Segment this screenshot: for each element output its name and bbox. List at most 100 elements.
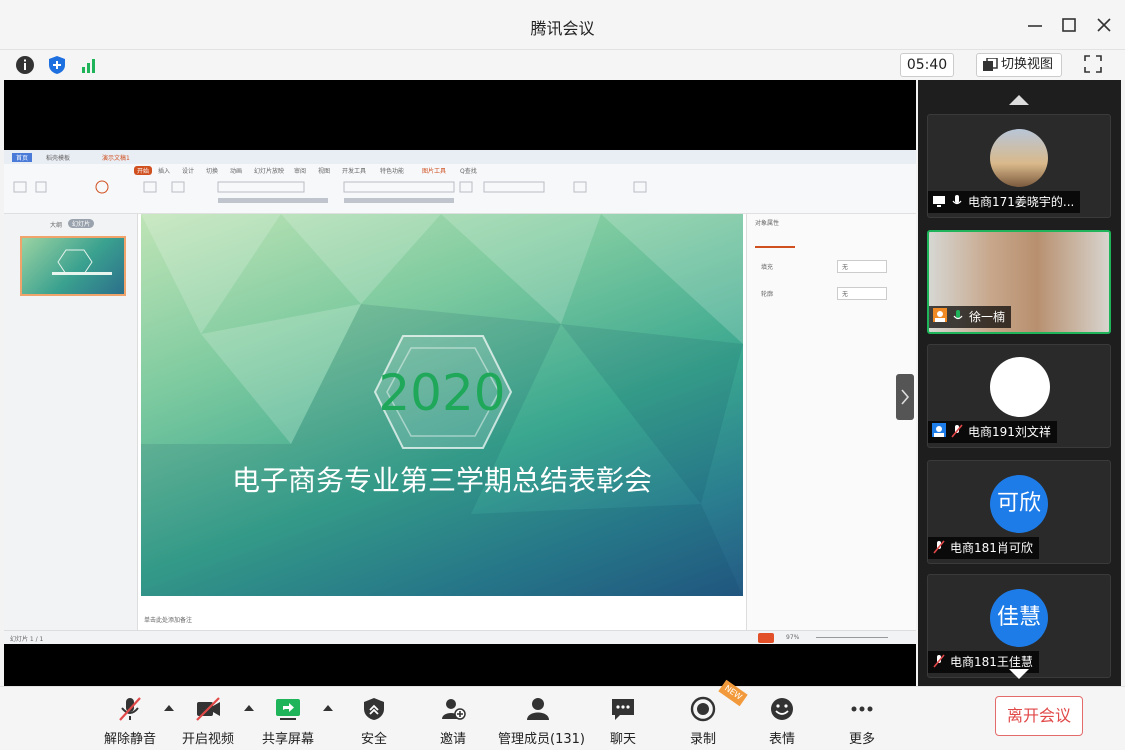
shield-icon[interactable] xyxy=(46,54,68,76)
participant-tile[interactable]: 电商171姜晓宇的... xyxy=(927,114,1111,218)
security-label: 安全 xyxy=(360,732,387,747)
participants-panel: 电商171姜晓宇的... 徐一楠 电商191刘文祥 可欣 电商181肖可欣 佳慧… xyxy=(918,80,1121,686)
close-icon[interactable] xyxy=(1091,12,1117,38)
record-icon xyxy=(690,696,716,722)
info-icon[interactable] xyxy=(14,54,36,76)
ribbon-tab[interactable]: 开始 xyxy=(134,166,153,175)
leave-meeting-button[interactable]: 离开会议 xyxy=(995,696,1083,736)
collapse-panel-button[interactable] xyxy=(896,374,914,420)
share-screen-label: 共享屏幕 xyxy=(261,732,314,747)
properties-title: 对象属性 xyxy=(755,220,780,227)
share-options-caret[interactable] xyxy=(323,705,333,711)
slide-thumbnail-panel: 大纲 幻灯片 xyxy=(4,214,138,630)
members-icon xyxy=(527,698,549,720)
ribbon-tab[interactable]: Q查找 xyxy=(460,166,477,175)
microphone-icon xyxy=(950,193,964,207)
window-title: 腾讯会议 xyxy=(530,19,595,38)
slide-canvas[interactable]: 2020 电子商务专业第三学期总结表彰会 xyxy=(141,214,743,596)
participant-name: 电商191刘文祥 xyxy=(968,425,1051,439)
participant-name-tag: 电商191刘文祥 xyxy=(928,421,1057,443)
ribbon-tab[interactable]: 特色功能 xyxy=(380,166,404,175)
ribbon-tab[interactable]: 审阅 xyxy=(294,166,306,175)
signal-icon[interactable] xyxy=(78,54,100,76)
participant-avatar xyxy=(990,357,1050,417)
ppt-tab-doc[interactable]: 演示文稿1 xyxy=(102,153,130,162)
participant-photo xyxy=(990,129,1048,187)
switch-view-label: 切换视图 xyxy=(1001,57,1054,72)
minimize-icon[interactable] xyxy=(1022,12,1048,38)
scroll-down-icon[interactable] xyxy=(1008,666,1030,685)
security-icon xyxy=(364,698,384,720)
reactions-button[interactable]: 表情 xyxy=(742,692,822,747)
microphone-muted-icon xyxy=(932,539,946,554)
participant-name: 电商181肖可欣 xyxy=(950,541,1033,555)
ribbon-tab[interactable]: 开发工具 xyxy=(342,166,366,175)
start-video-label: 开启视频 xyxy=(181,732,234,747)
chat-label: 聊天 xyxy=(609,732,636,747)
ribbon-tab[interactable]: 动画 xyxy=(230,166,242,175)
ribbon-tab[interactable]: 图片工具 xyxy=(422,166,446,175)
participant-avatar: 可欣 xyxy=(990,475,1048,533)
participant-name: 徐一楠 xyxy=(969,310,1006,324)
scroll-up-icon[interactable] xyxy=(1008,92,1030,111)
participant-name-tag: 电商181肖可欣 xyxy=(928,537,1039,559)
outline-tab[interactable]: 大纲 xyxy=(50,220,62,229)
security-button[interactable]: 安全 xyxy=(334,692,414,747)
maximize-icon[interactable] xyxy=(1056,12,1082,38)
participant-tile[interactable]: 佳慧 电商181王佳慧 xyxy=(927,574,1111,678)
chat-button[interactable]: 聊天 xyxy=(583,692,663,747)
ppt-tab-home[interactable]: 首页 xyxy=(12,153,33,162)
start-video-button[interactable]: 开启视频 xyxy=(168,692,248,747)
participant-tile[interactable]: 可欣 电商181肖可欣 xyxy=(927,460,1111,564)
fullscreen-icon[interactable] xyxy=(1082,53,1104,75)
ribbon-tools xyxy=(13,180,647,203)
ribbon-tab[interactable]: 切换 xyxy=(206,166,218,175)
invite-label: 邀请 xyxy=(439,732,466,747)
switch-view-button[interactable]: 切换视图 xyxy=(976,53,1062,77)
ppt-tab-templates[interactable]: 稻壳模板 xyxy=(46,153,70,162)
ribbon-tab[interactable]: 视图 xyxy=(318,166,330,175)
record-label: 录制 xyxy=(689,732,716,747)
share-screen-icon xyxy=(276,699,300,720)
microphone-muted-icon xyxy=(119,697,141,721)
reactions-label: 表情 xyxy=(768,732,795,747)
object-properties-panel: 对象属性 填充 无 轮廓 无 xyxy=(746,214,916,630)
presentation-window: 首页 稻壳模板 演示文稿1 开始 插入 设计 切换 动画 幻灯片放映 审阅 视图 开发工具 特色功… xyxy=(4,150,916,644)
zoom-level: 97% xyxy=(786,634,800,641)
manage-members-label: 管理成员(131) xyxy=(498,732,585,747)
title-bar: 腾讯会议 xyxy=(0,0,1125,50)
screen-share-icon xyxy=(932,193,946,207)
zoom-slider[interactable] xyxy=(816,637,888,638)
smiley-icon xyxy=(771,698,793,720)
ppt-tab-bar: 首页 稻壳模板 演示文稿1 xyxy=(4,150,916,164)
slide-title: 电子商务专业第三学期总结表彰会 xyxy=(231,464,652,497)
play-slideshow-button[interactable] xyxy=(758,633,774,643)
layout-icon xyxy=(982,57,998,80)
host-icon xyxy=(933,308,947,322)
meeting-timer: 05:40 xyxy=(900,53,954,77)
notes-hint[interactable]: 单击此处添加备注 xyxy=(144,615,192,624)
invite-button[interactable]: 邀请 xyxy=(413,692,493,747)
more-label: 更多 xyxy=(848,732,875,747)
participant-name-tag: 徐一楠 xyxy=(929,306,1012,328)
outline-select[interactable]: 无 xyxy=(837,287,887,300)
slide-thumbnail[interactable] xyxy=(20,236,126,296)
ppt-ribbon: 开始 插入 设计 切换 动画 幻灯片放映 审阅 视图 开发工具 特色功能 图片工具 Q查找 xyxy=(4,164,916,214)
invite-user-icon xyxy=(442,699,466,720)
more-button[interactable]: 更多 xyxy=(822,692,902,747)
share-screen-button[interactable]: 共享屏幕 xyxy=(248,692,328,747)
participant-tile[interactable]: 电商191刘文祥 xyxy=(927,344,1111,448)
unmute-button[interactable]: 解除静音 xyxy=(90,692,170,747)
unmute-label: 解除静音 xyxy=(103,732,156,747)
fill-label: 填充 xyxy=(761,264,774,271)
ribbon-tab[interactable]: 插入 xyxy=(158,166,170,175)
participant-name-tag: 电商171姜晓宇的... xyxy=(928,191,1081,213)
slides-tab[interactable]: 幻灯片 xyxy=(68,219,95,228)
ribbon-tab[interactable]: 设计 xyxy=(182,166,194,175)
ribbon-tab[interactable]: 幻灯片放映 xyxy=(254,166,284,175)
fill-select[interactable]: 无 xyxy=(837,260,887,273)
participant-name: 电商171姜晓宇的... xyxy=(968,195,1075,209)
more-icon xyxy=(851,706,873,712)
manage-members-button[interactable]: 管理成员(131) xyxy=(498,692,585,747)
participant-tile-active[interactable]: 徐一楠 xyxy=(927,230,1111,334)
